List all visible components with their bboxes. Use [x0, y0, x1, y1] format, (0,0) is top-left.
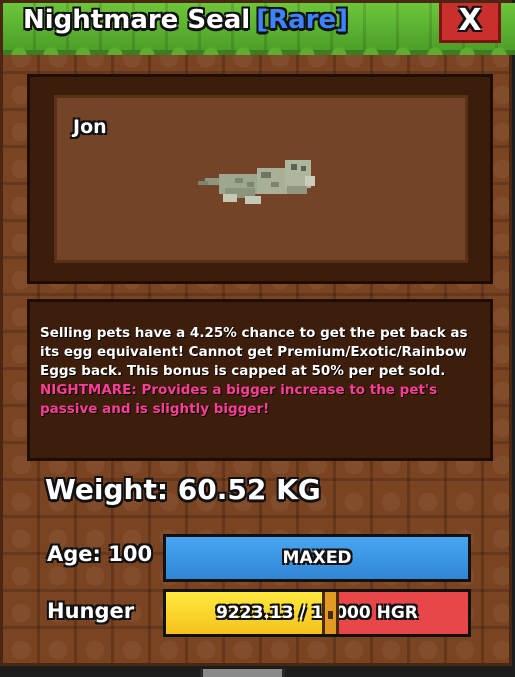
age-bar: MAXED [163, 534, 471, 582]
hunger-slider-handle[interactable] [321, 592, 339, 634]
hunger-bar-text: 9223.13 / 17000 HGR [216, 603, 418, 623]
pet-passive-description: Selling pets have a 4.25% chance to get … [40, 325, 468, 379]
panel-title: Nightmare Seal [Rare] [23, 5, 348, 39]
pet-type-label: Nightmare Seal [23, 5, 251, 35]
age-bar-text: MAXED [282, 548, 352, 568]
hunger-bar: 9223.13 / 17000 HGR [163, 589, 471, 637]
age-label: Age: 100 [47, 542, 153, 566]
pet-viewport[interactable]: Jon [54, 95, 468, 263]
hunger-label: Hunger [47, 599, 135, 623]
pet-info-panel: Nightmare Seal [Rare] X Jon Selling pets… [0, 0, 515, 666]
close-icon: X [458, 3, 482, 38]
bottom-edge-element [200, 669, 285, 677]
pet-name: Jon [73, 116, 107, 138]
seal-pet-model [198, 160, 315, 204]
rarity-label: [Rare] [256, 5, 348, 35]
title-bar-decoration [3, 43, 515, 55]
weight-label: Weight: 60.52 KG [45, 473, 321, 506]
pet-description: Selling pets have a 4.25% chance to get … [27, 299, 493, 461]
pet-viewport-frame: Jon [27, 74, 493, 284]
nightmare-description: NIGHTMARE: Provides a bigger increase to… [40, 382, 438, 417]
close-button[interactable]: X [439, 3, 501, 43]
